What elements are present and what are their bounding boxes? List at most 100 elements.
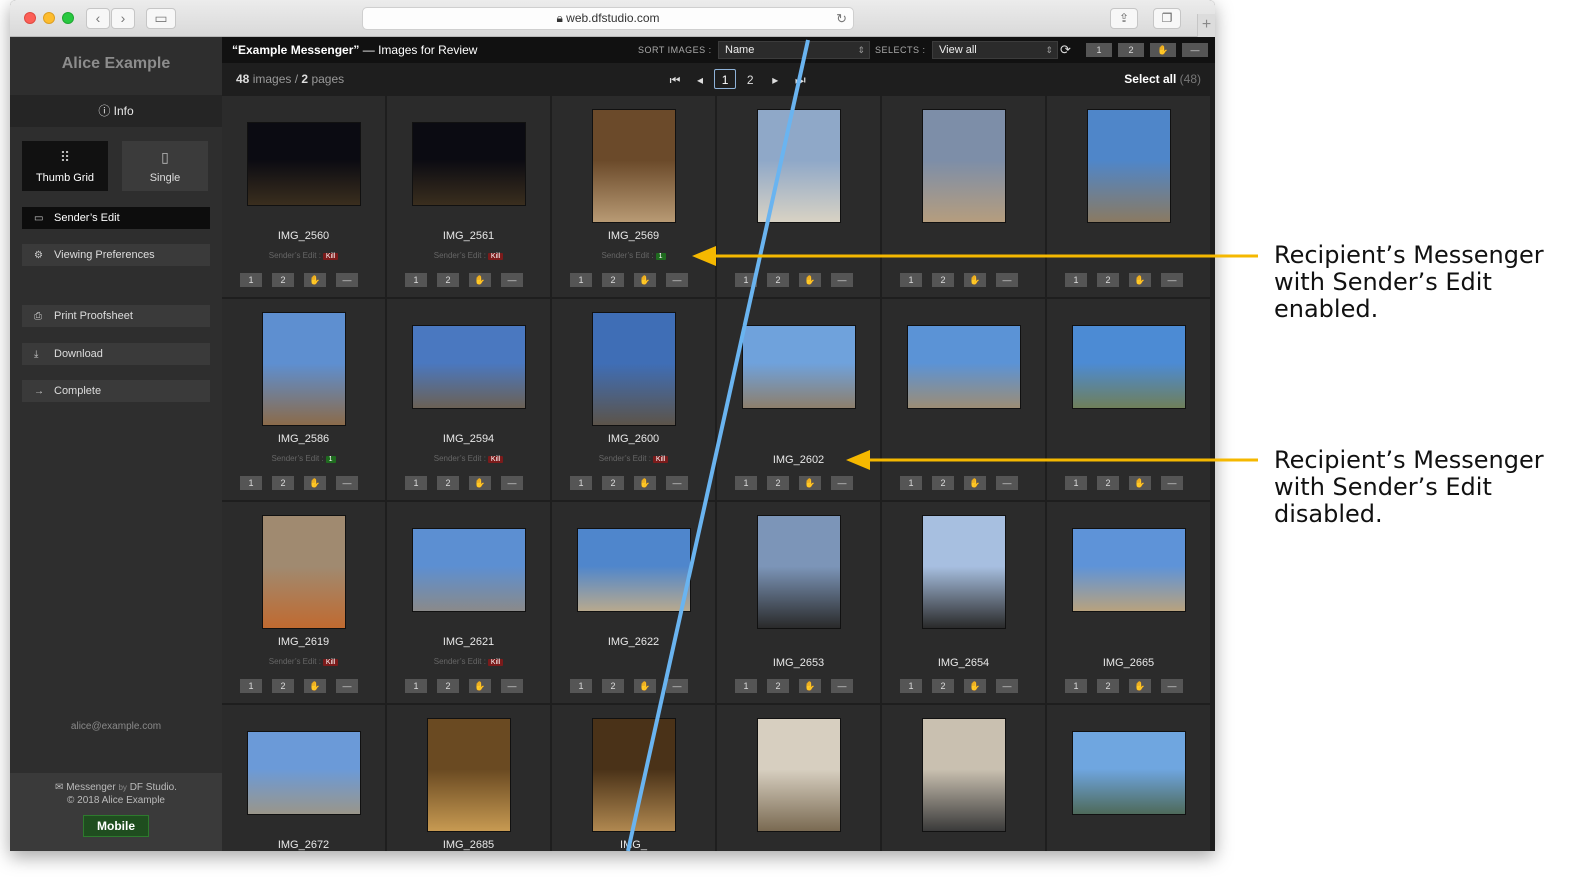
thumbs-down-icon[interactable]: ✋ [469, 273, 491, 287]
select-2-button[interactable]: 2 [932, 273, 954, 287]
thumbnail-image[interactable] [921, 515, 1006, 629]
thumbnail-cell[interactable]: IMG_2586 Sender’s Edit :1 1 2 ✋ — [222, 299, 385, 500]
select-1-button[interactable]: 1 [1065, 273, 1087, 287]
select-2-button[interactable]: 2 [602, 679, 624, 693]
thumbnail-cell[interactable]: IMG_2685 [387, 705, 550, 851]
select-2-button[interactable]: 2 [272, 679, 294, 693]
thumbnail-image[interactable] [921, 109, 1006, 223]
clear-button[interactable]: — [336, 476, 358, 490]
mark-all-1-button[interactable]: 1 [1086, 43, 1112, 57]
select-1-button[interactable]: 1 [735, 273, 757, 287]
close-window-button[interactable] [24, 12, 36, 24]
select-2-button[interactable]: 2 [437, 476, 459, 490]
thumbnail-image[interactable] [591, 109, 676, 223]
select-2-button[interactable]: 2 [1097, 476, 1119, 490]
thumbnail-cell[interactable]: IMG_2665 1 2 ✋ — [1047, 502, 1210, 703]
select-1-button[interactable]: 1 [1065, 476, 1087, 490]
thumbnail-image[interactable] [1086, 109, 1171, 223]
clear-all-button[interactable]: — [1182, 43, 1208, 57]
zoom-window-button[interactable] [62, 12, 74, 24]
thumbnail-cell[interactable]: IMG_2621 Sender’s Edit : Kill 1 2 ✋ — [387, 502, 550, 703]
select-1-button[interactable]: 1 [405, 273, 427, 287]
thumbs-down-icon[interactable]: ✋ [799, 273, 821, 287]
clear-button[interactable]: — [831, 273, 853, 287]
thumbnail-cell[interactable]: IMG_2594 Sender’s Edit : Kill 1 2 ✋ — [387, 299, 550, 500]
thumbnail-image[interactable] [411, 325, 526, 409]
select-2-button[interactable]: 2 [932, 476, 954, 490]
thumbs-down-icon[interactable]: ✋ [964, 679, 986, 693]
select-1-button[interactable]: 1 [735, 679, 757, 693]
clear-button[interactable]: — [996, 476, 1018, 490]
select-1-button[interactable]: 1 [900, 273, 922, 287]
clear-button[interactable]: — [831, 476, 853, 490]
url-bar[interactable]: 🔒︎ web.dfstudio.com ↻ [362, 7, 854, 30]
thumbnail-cell[interactable]: 1 2 ✋ — [882, 299, 1045, 500]
thumbnail-cell[interactable] [1047, 705, 1210, 851]
sort-select[interactable]: Name ⇕ [718, 41, 870, 59]
prev-page-icon[interactable]: ◂ [689, 70, 711, 90]
viewing-preferences-button[interactable]: ⚙ Viewing Preferences [22, 244, 210, 266]
thumbnail-cell[interactable]: 1 2 ✋ — [1047, 96, 1210, 297]
thumbnail-image[interactable] [261, 312, 346, 426]
select-2-button[interactable]: 2 [437, 679, 459, 693]
thumbnail-cell[interactable]: IMG_ [552, 705, 715, 851]
select-1-button[interactable]: 1 [900, 679, 922, 693]
new-tab-button[interactable]: + [1197, 14, 1215, 37]
select-2-button[interactable]: 2 [437, 273, 459, 287]
clear-button[interactable]: — [1161, 679, 1183, 693]
info-button[interactable]: ⓘ Info [10, 95, 222, 127]
select-1-button[interactable]: 1 [405, 679, 427, 693]
select-2-button[interactable]: 2 [767, 476, 789, 490]
select-2-button[interactable]: 2 [272, 273, 294, 287]
back-button[interactable]: ‹ [86, 8, 110, 29]
clear-button[interactable]: — [501, 476, 523, 490]
thumbnail-cell[interactable]: 1 2 ✋ — [717, 96, 880, 297]
thumbnail-cell[interactable]: IMG_2602 1 2 ✋ — [717, 299, 880, 500]
download-button[interactable]: ⤓ Download [22, 343, 210, 365]
select-2-button[interactable]: 2 [767, 273, 789, 287]
thumbnail-cell[interactable]: IMG_2654 1 2 ✋ — [882, 502, 1045, 703]
minimize-window-button[interactable] [43, 12, 55, 24]
thumb-grid-button[interactable]: ⠿ Thumb Grid [22, 141, 108, 191]
thumbs-down-icon[interactable]: ✋ [634, 273, 656, 287]
thumbs-down-icon[interactable]: ✋ [799, 679, 821, 693]
thumbs-down-icon[interactable]: ✋ [304, 679, 326, 693]
next-page-icon[interactable]: ▸ [764, 70, 786, 90]
clear-button[interactable]: — [336, 273, 358, 287]
select-2-button[interactable]: 2 [272, 476, 294, 490]
thumbnail-image[interactable] [411, 122, 526, 206]
mobile-button[interactable]: Mobile [83, 815, 149, 837]
thumbnail-image[interactable] [591, 718, 676, 832]
select-2-button[interactable]: 2 [767, 679, 789, 693]
select-1-button[interactable]: 1 [240, 476, 262, 490]
select-1-button[interactable]: 1 [570, 273, 592, 287]
thumbs-down-icon[interactable]: ✋ [634, 476, 656, 490]
thumbnail-cell[interactable]: IMG_2569 Sender’s Edit :1 1 2 ✋ — [552, 96, 715, 297]
select-1-button[interactable]: 1 [240, 273, 262, 287]
thumbs-down-icon[interactable]: ✋ [304, 273, 326, 287]
thumbnail-image[interactable] [426, 718, 511, 832]
select-1-button[interactable]: 1 [570, 476, 592, 490]
thumbnail-cell[interactable]: IMG_2560 Sender’s Edit : Kill 1 2 ✋ — [222, 96, 385, 297]
print-proofsheet-button[interactable]: ⎙ Print Proofsheet [22, 305, 210, 327]
thumbnail-image[interactable] [1071, 731, 1186, 815]
first-page-icon[interactable]: ⏮ [664, 70, 686, 90]
clear-button[interactable]: — [831, 679, 853, 693]
thumbs-down-icon[interactable]: ✋ [469, 679, 491, 693]
thumbnail-image[interactable] [591, 312, 676, 426]
thumbnail-cell[interactable]: IMG_2619 Sender’s Edit : Kill 1 2 ✋ — [222, 502, 385, 703]
select-all-button[interactable]: Select all (48) [1124, 72, 1201, 86]
thumbnail-cell[interactable]: 1 2 ✋ — [1047, 299, 1210, 500]
thumbs-down-icon[interactable]: ✋ [469, 476, 491, 490]
select-2-button[interactable]: 2 [1097, 273, 1119, 287]
thumbnail-image[interactable] [246, 122, 361, 206]
share-icon[interactable]: ⇪ [1110, 8, 1138, 29]
select-2-button[interactable]: 2 [602, 476, 624, 490]
select-1-button[interactable]: 1 [735, 476, 757, 490]
clear-button[interactable]: — [666, 679, 688, 693]
select-2-button[interactable]: 2 [932, 679, 954, 693]
page-2-button[interactable]: 2 [739, 70, 761, 90]
thumbnail-cell[interactable]: IMG_2600 Sender’s Edit : Kill 1 2 ✋ — [552, 299, 715, 500]
clear-button[interactable]: — [996, 679, 1018, 693]
thumbnail-cell[interactable]: IMG_2672 [222, 705, 385, 851]
